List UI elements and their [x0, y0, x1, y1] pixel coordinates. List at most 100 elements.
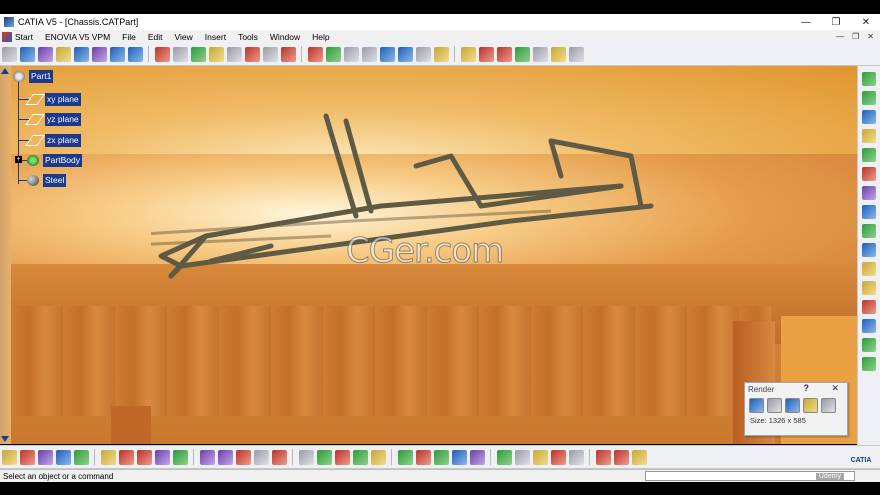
doc-minimize-button[interactable]: —	[836, 32, 844, 41]
rib-icon[interactable]	[460, 46, 476, 62]
measure-icon[interactable]	[91, 46, 107, 62]
view-mode-icon[interactable]	[433, 449, 449, 465]
expand-plus-icon[interactable]: +	[15, 156, 22, 163]
scroll-up-icon[interactable]	[1, 68, 9, 74]
cube-icon[interactable]	[343, 46, 359, 62]
open-icon[interactable]	[19, 449, 35, 465]
parameter-icon[interactable]	[154, 46, 170, 62]
analysis-icon[interactable]	[109, 46, 125, 62]
render-sequence-icon[interactable]	[803, 398, 818, 413]
axis-system-icon[interactable]	[568, 449, 584, 465]
trim-icon[interactable]	[862, 357, 876, 371]
view-icon[interactable]	[226, 46, 242, 62]
pad-icon[interactable]	[361, 46, 377, 62]
slot-icon[interactable]	[478, 46, 494, 62]
stiffener-icon[interactable]	[496, 46, 512, 62]
swap-visible-icon[interactable]	[469, 449, 485, 465]
tree-node-xy-plane[interactable]: xy plane	[25, 92, 81, 106]
doc-close-button[interactable]: ✕	[867, 32, 874, 41]
formula-icon[interactable]	[172, 46, 188, 62]
iso-view-icon[interactable]	[415, 449, 431, 465]
minimize-button[interactable]: —	[800, 17, 812, 28]
union-icon[interactable]	[862, 338, 876, 352]
catalog-icon[interactable]	[631, 449, 647, 465]
rotate-icon[interactable]	[334, 449, 350, 465]
sketch-icon[interactable]	[55, 46, 71, 62]
top-view-icon[interactable]	[262, 46, 278, 62]
move-icon[interactable]	[1, 46, 17, 62]
render-close-button[interactable]: ✕	[831, 383, 839, 394]
sketch-icon[interactable]	[862, 110, 876, 124]
iso-view-icon[interactable]	[280, 46, 296, 62]
scale-icon[interactable]	[595, 449, 611, 465]
paste-icon[interactable]	[118, 449, 134, 465]
compass-icon[interactable]	[862, 72, 876, 86]
tree-node-zx-plane[interactable]: zx plane	[25, 133, 81, 147]
menu-window[interactable]: Window	[264, 32, 306, 42]
comment-icon[interactable]	[217, 449, 233, 465]
save-icon[interactable]	[37, 449, 53, 465]
chamfer-icon[interactable]	[862, 205, 876, 219]
zoom-in-icon[interactable]	[352, 449, 368, 465]
snap-icon[interactable]	[73, 46, 89, 62]
tree-node-steel[interactable]: Steel	[27, 173, 67, 187]
fillet-icon[interactable]	[862, 186, 876, 200]
copy-icon[interactable]	[100, 449, 116, 465]
hide-show-icon[interactable]	[451, 449, 467, 465]
remove-icon[interactable]	[532, 46, 548, 62]
knowledge-icon[interactable]	[190, 46, 206, 62]
cut-icon[interactable]	[73, 449, 89, 465]
render-icon[interactable]	[496, 449, 512, 465]
material-icon[interactable]	[325, 46, 341, 62]
shaft-icon[interactable]	[397, 46, 413, 62]
tree-node-yz-plane[interactable]: yz plane	[25, 112, 81, 126]
print-icon[interactable]	[55, 449, 71, 465]
plane-icon[interactable]	[862, 300, 876, 314]
render-image-icon[interactable]	[785, 398, 800, 413]
pad-icon[interactable]	[862, 148, 876, 162]
line-icon[interactable]	[862, 281, 876, 295]
whats-this-icon[interactable]	[172, 449, 188, 465]
menu-view[interactable]: View	[169, 32, 199, 42]
grid-icon[interactable]	[613, 449, 629, 465]
shell-icon[interactable]	[862, 243, 876, 257]
zoom-out-icon[interactable]	[370, 449, 386, 465]
redo-icon[interactable]	[154, 449, 170, 465]
render-help-button[interactable]: ?	[804, 383, 810, 393]
hole-icon[interactable]	[433, 46, 449, 62]
menu-help[interactable]: Help	[306, 32, 335, 42]
restore-button[interactable]: ❐	[830, 17, 842, 28]
menu-tools[interactable]: Tools	[232, 32, 264, 42]
point-icon[interactable]	[862, 262, 876, 276]
menu-insert[interactable]: Insert	[199, 32, 232, 42]
spec-icon[interactable]	[37, 46, 53, 62]
scroll-down-icon[interactable]	[1, 436, 9, 442]
boolean-icon[interactable]	[862, 319, 876, 333]
apply-material-icon[interactable]	[514, 449, 530, 465]
table-icon[interactable]	[235, 449, 251, 465]
pocket-icon[interactable]	[862, 167, 876, 181]
menu-start[interactable]: Start	[0, 31, 39, 42]
menu-enovia[interactable]: ENOVIA V5 VPM	[39, 32, 116, 42]
tree-node-partbody[interactable]: PartBody	[27, 153, 82, 167]
catalog-icon[interactable]	[127, 46, 143, 62]
undo-icon[interactable]	[136, 449, 152, 465]
select-icon[interactable]	[862, 91, 876, 105]
render-save-icon[interactable]	[821, 398, 836, 413]
grid-icon[interactable]	[550, 46, 566, 62]
menu-edit[interactable]: Edit	[142, 32, 169, 42]
update-icon[interactable]	[532, 449, 548, 465]
normal-view-icon[interactable]	[397, 449, 413, 465]
layers-icon[interactable]	[862, 129, 876, 143]
front-view-icon[interactable]	[244, 46, 260, 62]
draft-icon[interactable]	[862, 224, 876, 238]
fit-all-icon[interactable]	[298, 449, 314, 465]
pocket-icon[interactable]	[379, 46, 395, 62]
3d-viewport[interactable]: CGer.com Part1 xy plane yz plane zx plan…	[11, 66, 857, 444]
compass-icon[interactable]	[19, 46, 35, 62]
new-icon[interactable]	[1, 449, 17, 465]
doc-restore-button[interactable]: ❐	[852, 32, 859, 41]
groove-icon[interactable]	[415, 46, 431, 62]
render-shooting-icon[interactable]	[749, 398, 764, 413]
fly-icon[interactable]	[271, 449, 287, 465]
